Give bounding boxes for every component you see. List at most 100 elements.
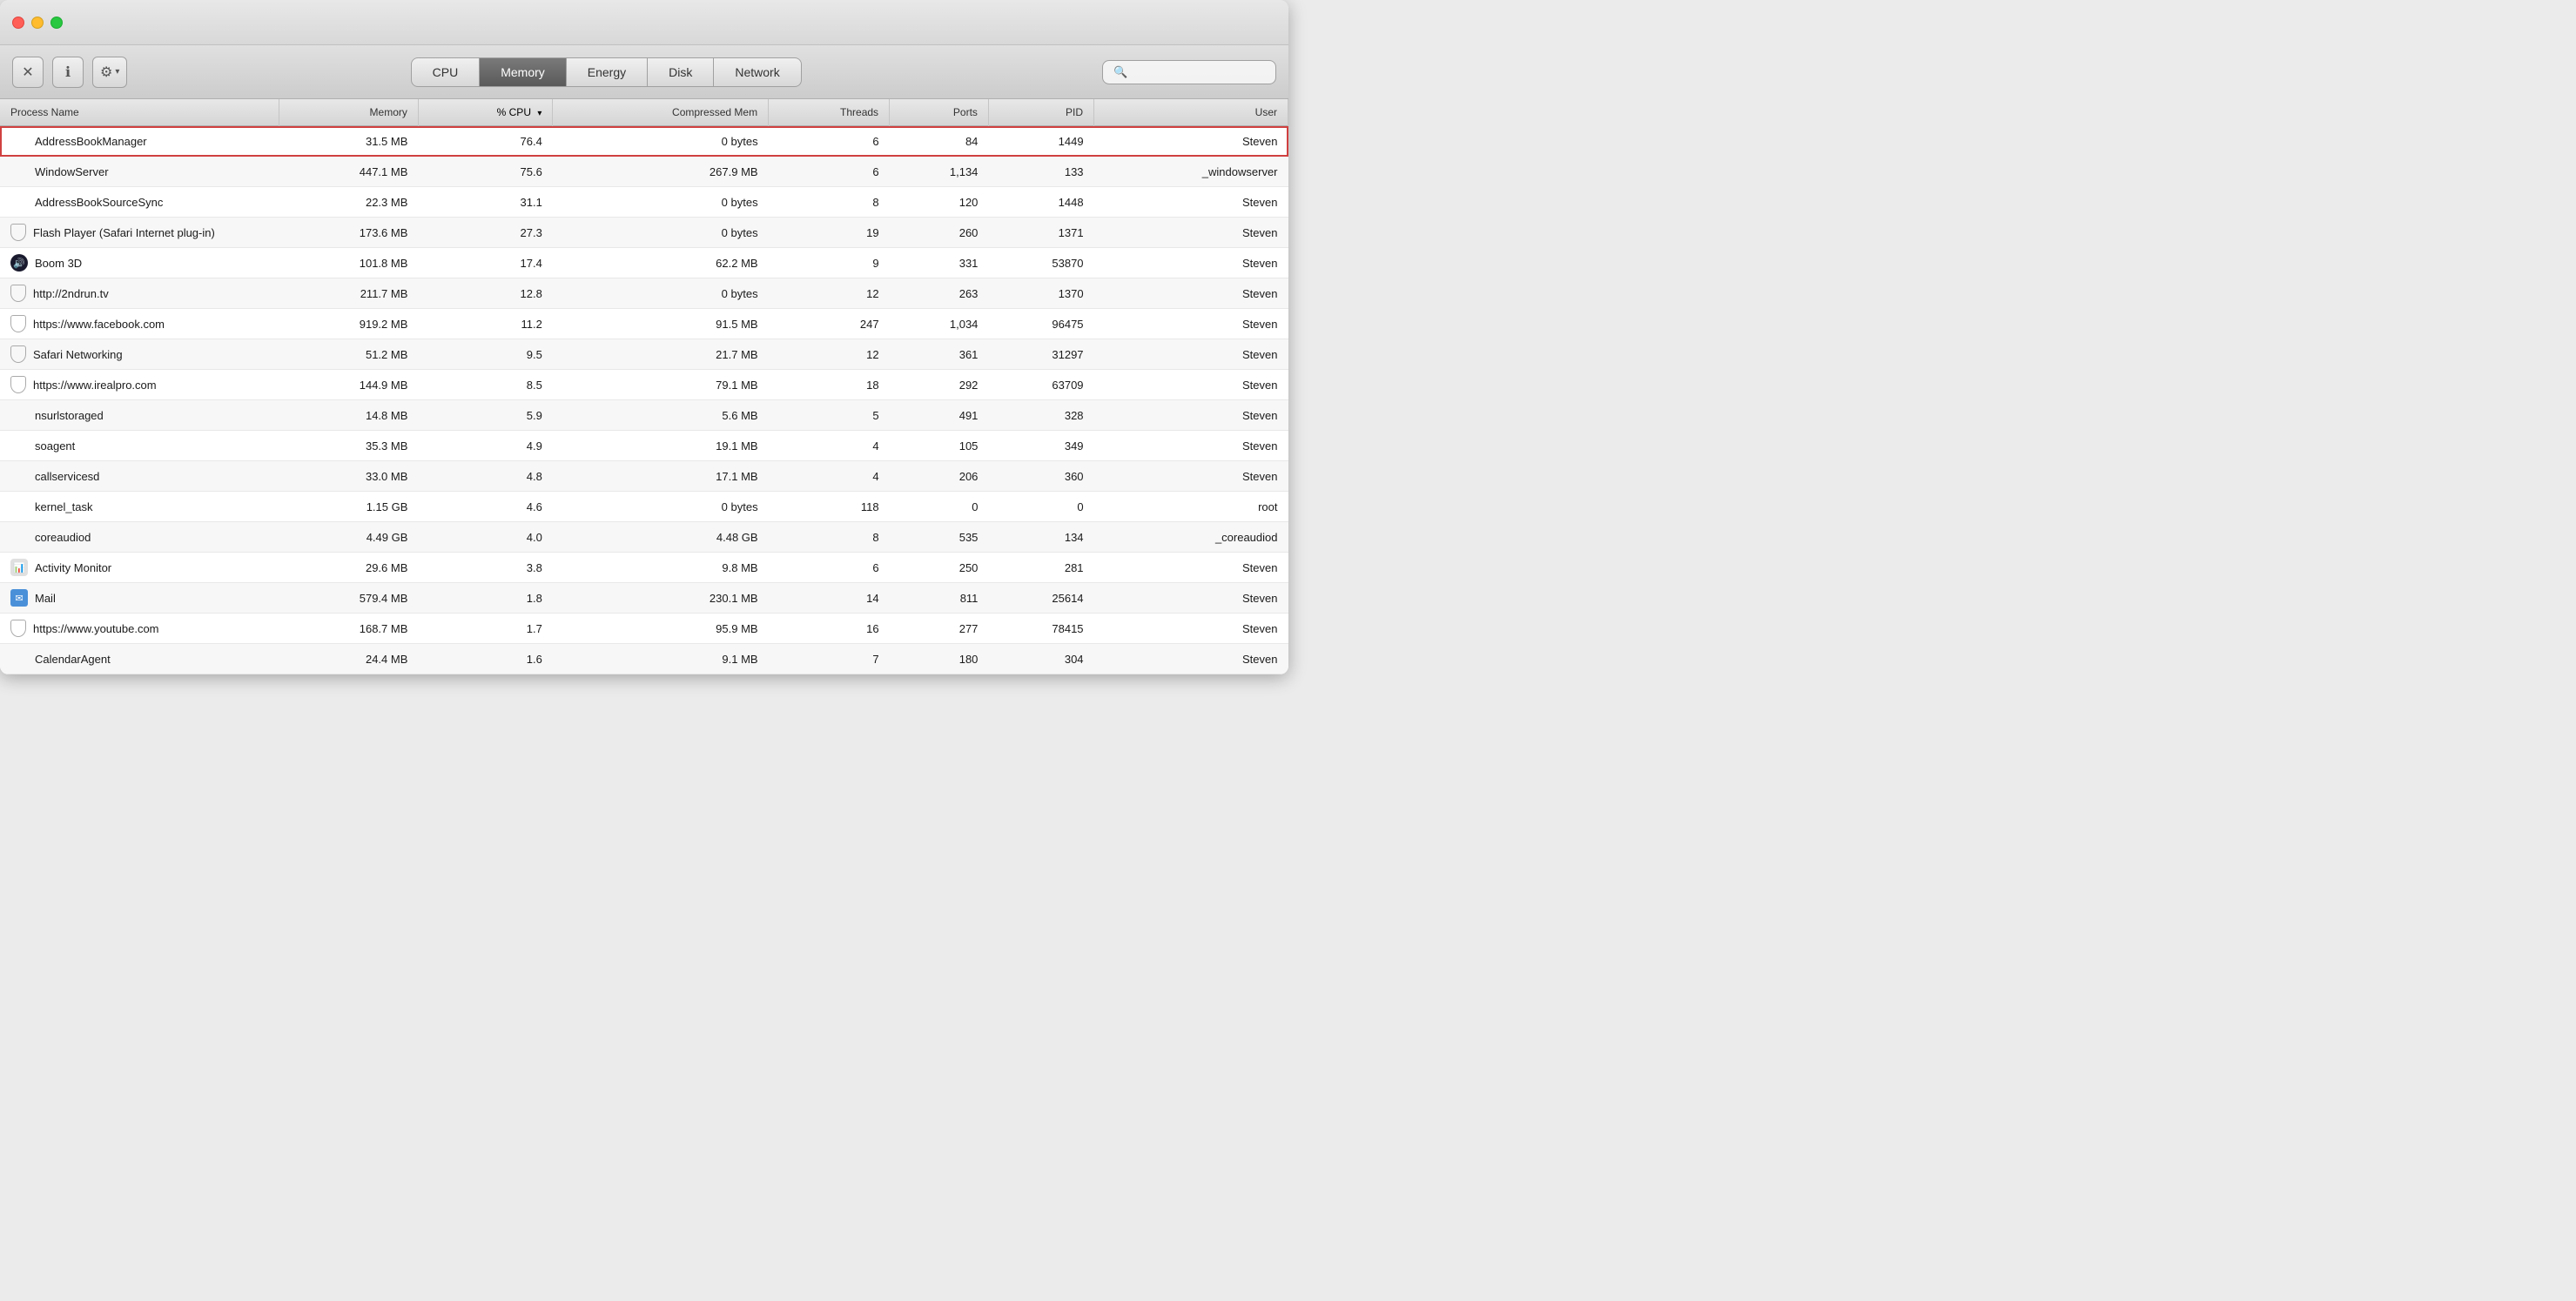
table-row[interactable]: 📊 Activity Monitor 29.6 MB 3.8 9.8 MB 6 … <box>0 553 1288 583</box>
tab-group: CPUMemoryEnergyDiskNetwork <box>411 57 802 87</box>
cell-pid: 96475 <box>988 309 1093 339</box>
cell-user: Steven <box>1094 644 1288 674</box>
col-cpu[interactable]: % CPU ▾ <box>418 99 552 126</box>
search-input[interactable] <box>1133 65 1265 78</box>
cell-process-name: https://www.irealpro.com <box>0 370 279 399</box>
table-row[interactable]: soagent 35.3 MB 4.9 19.1 MB 4 105 349 St… <box>0 431 1288 461</box>
tab-network[interactable]: Network <box>714 57 801 87</box>
cell-ports: 535 <box>890 522 989 553</box>
cell-threads: 12 <box>769 278 890 309</box>
cell-memory: 31.5 MB <box>279 126 418 157</box>
cell-user: Steven <box>1094 339 1288 370</box>
table-row[interactable]: http://2ndrun.tv 211.7 MB 12.8 0 bytes 1… <box>0 278 1288 309</box>
cell-pid: 349 <box>988 431 1093 461</box>
table-row[interactable]: ✉ Mail 579.4 MB 1.8 230.1 MB 14 811 2561… <box>0 583 1288 614</box>
minimize-button[interactable]: – <box>31 17 44 29</box>
cell-ports: 105 <box>890 431 989 461</box>
cell-ports: 811 <box>890 583 989 614</box>
cell-process-name: coreaudiod <box>0 522 279 552</box>
cell-pid: 1448 <box>988 187 1093 218</box>
table-row[interactable]: Flash Player (Safari Internet plug-in) 1… <box>0 218 1288 248</box>
col-memory[interactable]: Memory <box>279 99 418 126</box>
tab-disk[interactable]: Disk <box>648 57 714 87</box>
cell-pid: 328 <box>988 400 1093 431</box>
cell-process-name: Flash Player (Safari Internet plug-in) <box>0 218 279 247</box>
cell-user: Steven <box>1094 309 1288 339</box>
cell-memory: 579.4 MB <box>279 583 418 614</box>
table-row[interactable]: https://www.facebook.com 919.2 MB 11.2 9… <box>0 309 1288 339</box>
cell-memory: 919.2 MB <box>279 309 418 339</box>
tab-memory[interactable]: Memory <box>480 57 567 87</box>
cell-threads: 6 <box>769 157 890 187</box>
blank-icon <box>10 498 28 515</box>
shield-icon <box>10 285 26 302</box>
cell-threads: 5 <box>769 400 890 431</box>
cell-process-name: kernel_task <box>0 492 279 521</box>
process-name-label: CalendarAgent <box>35 653 111 666</box>
cell-memory: 211.7 MB <box>279 278 418 309</box>
cell-cpu: 76.4 <box>418 126 552 157</box>
maximize-button[interactable]: + <box>50 17 63 29</box>
tab-energy[interactable]: Energy <box>567 57 648 87</box>
col-pid[interactable]: PID <box>988 99 1093 126</box>
cell-compressed: 0 bytes <box>553 187 769 218</box>
process-tbody: AddressBookManager 31.5 MB 76.4 0 bytes … <box>0 126 1288 674</box>
cell-threads: 6 <box>769 553 890 583</box>
table-row[interactable]: AddressBookManager 31.5 MB 76.4 0 bytes … <box>0 126 1288 157</box>
col-process-name[interactable]: Process Name <box>0 99 279 126</box>
cell-cpu: 3.8 <box>418 553 552 583</box>
cell-ports: 250 <box>890 553 989 583</box>
cell-compressed: 230.1 MB <box>553 583 769 614</box>
table-row[interactable]: 🔊 Boom 3D 101.8 MB 17.4 62.2 MB 9 331 53… <box>0 248 1288 278</box>
cell-process-name: 📊 Activity Monitor <box>0 553 279 582</box>
cell-ports: 180 <box>890 644 989 674</box>
table-row[interactable]: WindowServer 447.1 MB 75.6 267.9 MB 6 1,… <box>0 157 1288 187</box>
col-compressed-mem[interactable]: Compressed Mem <box>553 99 769 126</box>
cell-ports: 277 <box>890 614 989 644</box>
blank-icon <box>10 406 28 424</box>
cell-ports: 491 <box>890 400 989 431</box>
tab-cpu[interactable]: CPU <box>411 57 481 87</box>
gear-icon: ⚙ <box>100 64 112 81</box>
cell-cpu: 12.8 <box>418 278 552 309</box>
cell-pid: 25614 <box>988 583 1093 614</box>
col-threads[interactable]: Threads <box>769 99 890 126</box>
close-process-button[interactable]: ✕ <box>12 57 44 88</box>
table-row[interactable]: callservicesd 33.0 MB 4.8 17.1 MB 4 206 … <box>0 461 1288 492</box>
cell-user: _coreaudiod <box>1094 522 1288 553</box>
cell-memory: 1.15 GB <box>279 492 418 522</box>
table-row[interactable]: coreaudiod 4.49 GB 4.0 4.48 GB 8 535 134… <box>0 522 1288 553</box>
process-name-label: https://www.youtube.com <box>33 622 159 635</box>
cell-threads: 9 <box>769 248 890 278</box>
cell-process-name: ✉ Mail <box>0 583 279 613</box>
table-row[interactable]: kernel_task 1.15 GB 4.6 0 bytes 118 0 0 … <box>0 492 1288 522</box>
process-name-label: https://www.facebook.com <box>33 318 165 331</box>
table-row[interactable]: Safari Networking 51.2 MB 9.5 21.7 MB 12… <box>0 339 1288 370</box>
table-row[interactable]: CalendarAgent 24.4 MB 1.6 9.1 MB 7 180 3… <box>0 644 1288 674</box>
inspect-button[interactable]: ℹ <box>52 57 84 88</box>
table-row[interactable]: https://www.youtube.com 168.7 MB 1.7 95.… <box>0 614 1288 644</box>
cell-ports: 84 <box>890 126 989 157</box>
table-row[interactable]: AddressBookSourceSync 22.3 MB 31.1 0 byt… <box>0 187 1288 218</box>
cell-threads: 8 <box>769 187 890 218</box>
close-button[interactable]: ✕ <box>12 17 24 29</box>
titlebar: ✕ – + <box>0 0 1288 45</box>
cell-ports: 331 <box>890 248 989 278</box>
search-box[interactable]: 🔍 <box>1102 60 1276 84</box>
blank-icon <box>10 193 28 211</box>
table-row[interactable]: https://www.irealpro.com 144.9 MB 8.5 79… <box>0 370 1288 400</box>
table-row[interactable]: nsurlstoraged 14.8 MB 5.9 5.6 MB 5 491 3… <box>0 400 1288 431</box>
cell-pid: 63709 <box>988 370 1093 400</box>
gear-button[interactable]: ⚙ ▾ <box>92 57 127 88</box>
cell-user: Steven <box>1094 431 1288 461</box>
process-name-label: http://2ndrun.tv <box>33 287 109 300</box>
col-ports[interactable]: Ports <box>890 99 989 126</box>
cell-threads: 19 <box>769 218 890 248</box>
cell-threads: 247 <box>769 309 890 339</box>
shield-icon <box>10 620 26 637</box>
blank-icon <box>10 467 28 485</box>
cell-ports: 120 <box>890 187 989 218</box>
col-user[interactable]: User <box>1094 99 1288 126</box>
process-name-label: soagent <box>35 439 75 453</box>
cell-user: root <box>1094 492 1288 522</box>
